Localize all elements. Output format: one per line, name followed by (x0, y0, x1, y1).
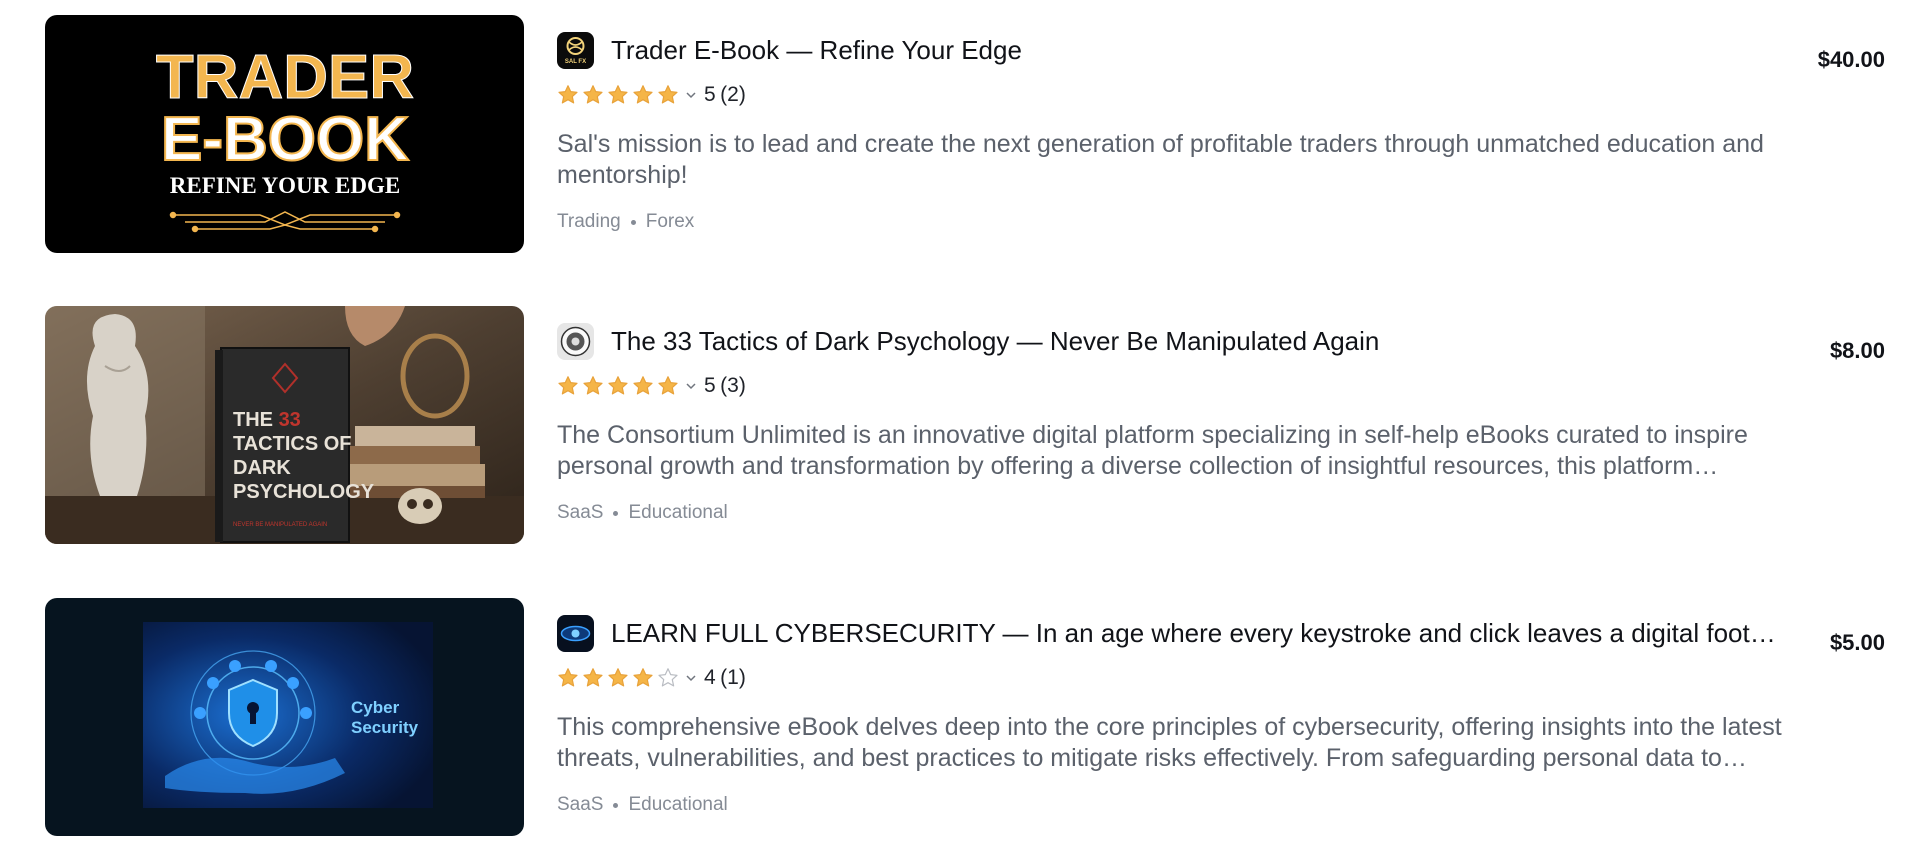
star-filled-icon (658, 85, 678, 104)
cover-line-1: Cyber (351, 698, 400, 717)
product-title[interactable]: Trader E-Book — Refine Your Edge (611, 35, 1022, 66)
product-price: $8.00 (1829, 338, 1885, 363)
product-description: Sal's mission is to lead and create the … (557, 130, 1764, 189)
cover-line-3: DARK (233, 457, 291, 479)
salfx-logo-icon: SAL FX (557, 31, 594, 69)
rating-line: 5 (2) (557, 82, 1837, 108)
product-description: The Consortium Unlimited is an innovativ… (557, 421, 1748, 480)
star-filled-icon (558, 376, 578, 395)
cover-line-1: THE 33 (233, 409, 301, 431)
seller-avatar[interactable] (557, 322, 594, 360)
star-rating (557, 667, 679, 689)
tag[interactable]: Forex (646, 211, 695, 233)
product-content: LEARN FULL CYBERSECURITY — In an age whe… (557, 613, 1837, 816)
product-thumbnail-cybersecurity[interactable]: Cyber Security (45, 598, 524, 836)
product-row[interactable]: Cyber Security LEARN FULL CYBERSECURITY … (45, 598, 1885, 836)
rating-line: 4 (1) (557, 665, 1837, 691)
product-description: This comprehensive eBook delves deep int… (557, 713, 1782, 772)
cyber-eye-logo-icon (557, 614, 594, 652)
seller-avatar[interactable]: SAL FX (557, 31, 594, 69)
rating-value: 5 (704, 83, 716, 106)
rating-count: (1) (720, 666, 746, 689)
cover-line-4: PSYCHOLOGY (233, 481, 375, 503)
cybersecurity-cover: Cyber Security (45, 598, 524, 836)
star-filled-icon (633, 376, 653, 395)
chevron-down-icon[interactable] (684, 671, 698, 685)
product-row[interactable]: THE 33 TACTICS OF DARK PSYCHOLOGY NEVER … (45, 306, 1885, 544)
product-list: TRADER E-BOOK REFINE YOUR EDGE SAL FX Tr… (45, 15, 1885, 836)
rating-value: 5 (704, 374, 716, 397)
product-tags: Trading Forex (557, 211, 1837, 233)
tag-separator (630, 219, 636, 225)
seller-avatar[interactable] (557, 614, 594, 652)
tag[interactable]: Trading (557, 211, 621, 233)
product-title[interactable]: LEARN FULL CYBERSECURITY — In an age whe… (611, 618, 1783, 649)
cover-line-1: TRADER (156, 43, 414, 112)
product-tags: SaaS Educational (557, 794, 1837, 816)
cover-line-2: TACTICS OF (233, 433, 352, 455)
title-line: SAL FX Trader E-Book — Refine Your Edge (557, 30, 1837, 70)
chevron-down-icon[interactable] (684, 379, 698, 393)
tag[interactable]: SaaS (557, 794, 603, 816)
rating-count: (2) (720, 83, 746, 106)
tag[interactable]: Educational (628, 502, 727, 524)
product-price: $5.00 (1829, 630, 1885, 655)
product-content: SAL FX Trader E-Book — Refine Your Edge … (557, 30, 1837, 233)
star-filled-icon (558, 668, 578, 687)
cover-line-3: REFINE YOUR EDGE (170, 173, 400, 198)
product-thumbnail-dark-psychology[interactable]: THE 33 TACTICS OF DARK PSYCHOLOGY NEVER … (45, 306, 524, 544)
product-title[interactable]: The 33 Tactics of Dark Psychology — Neve… (611, 326, 1379, 357)
rating-count: (3) (720, 374, 746, 397)
star-filled-icon (608, 85, 628, 104)
tag[interactable]: Educational (628, 794, 727, 816)
chevron-down-icon[interactable] (684, 88, 698, 102)
star-filled-icon (583, 376, 603, 395)
tag-separator (613, 510, 619, 516)
star-filled-icon (558, 85, 578, 104)
cover-line-5: NEVER BE MANIPULATED AGAIN (233, 522, 327, 528)
consortium-logo-icon (557, 322, 594, 360)
product-tags: SaaS Educational (557, 502, 1837, 524)
star-empty-icon (658, 668, 678, 687)
title-line: The 33 Tactics of Dark Psychology — Neve… (557, 321, 1837, 361)
star-filled-icon (583, 85, 603, 104)
star-filled-icon (608, 376, 628, 395)
rating-line: 5 (3) (557, 373, 1837, 399)
product-content: The 33 Tactics of Dark Psychology — Neve… (557, 321, 1837, 524)
title-line: LEARN FULL CYBERSECURITY — In an age whe… (557, 613, 1837, 653)
product-price: $40.00 (1817, 47, 1885, 72)
product-thumbnail-trader-ebook[interactable]: TRADER E-BOOK REFINE YOUR EDGE (45, 15, 524, 253)
tag[interactable]: SaaS (557, 502, 603, 524)
trader-ebook-cover: TRADER E-BOOK REFINE YOUR EDGE (45, 15, 524, 253)
star-rating (557, 375, 679, 397)
dark-psychology-cover: THE 33 TACTICS OF DARK PSYCHOLOGY NEVER … (45, 306, 524, 544)
cover-line-2: Security (351, 718, 419, 737)
star-filled-icon (658, 376, 678, 395)
star-filled-icon (583, 668, 603, 687)
cover-line-2: E-BOOK (161, 105, 409, 174)
star-rating (557, 84, 679, 106)
product-row[interactable]: TRADER E-BOOK REFINE YOUR EDGE SAL FX Tr… (45, 15, 1885, 253)
star-filled-icon (633, 668, 653, 687)
star-filled-icon (608, 668, 628, 687)
tag-separator (613, 802, 619, 808)
rating-value: 4 (704, 666, 716, 689)
avatar-text: SAL FX (565, 59, 586, 65)
star-filled-icon (633, 85, 653, 104)
